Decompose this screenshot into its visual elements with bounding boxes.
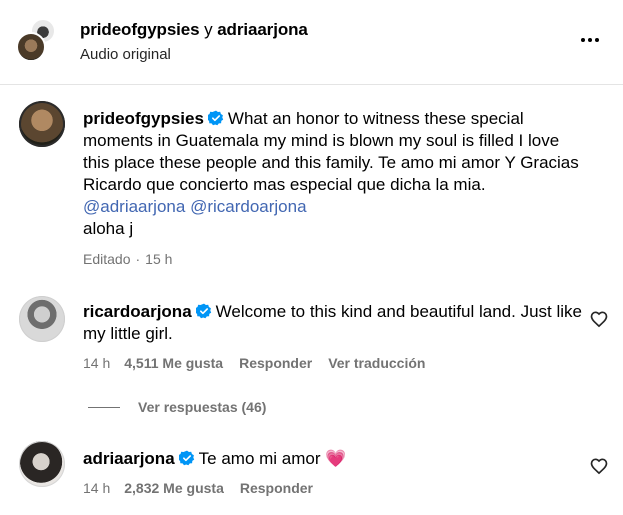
comment-username[interactable]: adriaarjona [83,449,175,468]
verified-icon [178,450,194,466]
comments-panel: prideofgypsies y adriaarjona Audio origi… [0,0,623,515]
mention-link[interactable]: @ricardoarjona [190,197,306,216]
reply-button[interactable]: Responder [240,480,313,496]
audio-label[interactable]: Audio original [80,46,171,63]
translate-button[interactable]: Ver traducción [328,355,425,371]
view-replies-button[interactable]: Ver respuestas (46) [88,399,266,415]
mention-link[interactable]: @adriaarjona [83,197,185,216]
comment-username[interactable]: ricardoarjona [83,302,192,321]
more-options-button[interactable] [575,28,605,52]
more-icon [581,38,585,42]
comment-meta: Editado · 15 h [83,251,172,267]
collab-avatars[interactable] [16,18,58,66]
more-icon-dot [595,38,599,42]
edited-label: Editado [83,251,131,267]
author-conjunction: y [204,20,213,39]
comment-signoff: aloha j [83,219,134,238]
comment-time[interactable]: 14 h [83,480,110,496]
more-icon-dot [588,38,592,42]
author-link-a[interactable]: prideofgypsies [80,20,200,39]
comment-body: adriaarjona Te amo mi amor 💗 [83,448,583,470]
comment-meta: 14 h 2,832 Me gusta Responder [83,480,313,496]
comment-time[interactable]: 14 h [83,355,110,371]
post-header: prideofgypsies y adriaarjona Audio origi… [0,0,623,85]
likes-count[interactable]: 4,511 Me gusta [124,355,223,371]
verified-icon [207,110,224,126]
author-link-b[interactable]: adriaarjona [217,20,308,39]
likes-count[interactable]: 2,832 Me gusta [124,480,224,496]
comment-text: Te amo mi amor [198,449,321,468]
like-heart-icon[interactable] [589,456,609,476]
pink-heart-emoji: 💗 [325,449,347,468]
meta-separator: · [135,251,141,267]
comment-meta: 14 h 4,511 Me gusta Responder Ver traduc… [83,355,425,371]
replies-divider [88,406,120,408]
view-replies-label: Ver respuestas (46) [138,399,267,415]
post-authors: prideofgypsies y adriaarjona [80,20,308,40]
avatar[interactable] [19,296,65,342]
comment-body: prideofgypsies What an honor to witness t… [83,108,583,240]
avatar[interactable] [19,441,65,487]
verified-icon [195,303,211,319]
comment-body: ricardoarjona Welcome to this kind and be… [83,301,583,345]
comment-username[interactable]: prideofgypsies [83,109,204,128]
reply-button[interactable]: Responder [239,355,312,371]
avatar-prideofgypsies [16,32,46,62]
avatar[interactable] [19,101,65,147]
like-heart-icon[interactable] [589,309,609,329]
comment-time[interactable]: 15 h [145,251,172,267]
